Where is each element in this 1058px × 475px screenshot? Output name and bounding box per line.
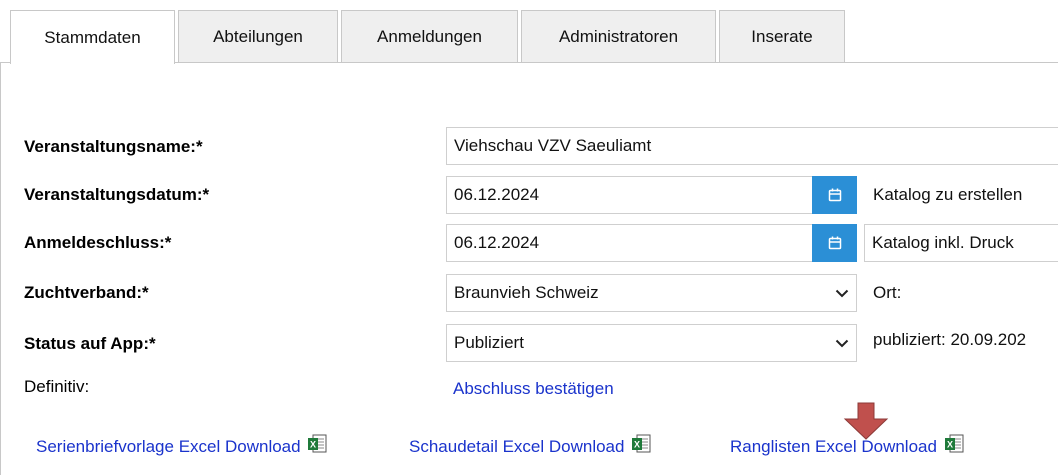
status-label: Status auf App:* <box>24 334 156 353</box>
veranstaltungsdatum-label: Veranstaltungsdatum:* <box>24 185 210 204</box>
tab-anmeldungen[interactable]: Anmeldungen <box>341 10 518 62</box>
katalog-druck-field[interactable]: Katalog inkl. Druck <box>864 224 1058 262</box>
calendar-icon <box>828 236 841 250</box>
serienbriefvorlage-download-label: Serienbriefvorlage Excel Download <box>36 437 301 456</box>
schaudetail-download-label: Schaudetail Excel Download <box>409 437 625 456</box>
svg-text:X: X <box>310 440 316 450</box>
zuchtverband-select[interactable]: Braunvieh Schweiz <box>446 274 857 312</box>
tab-administratoren[interactable]: Administratoren <box>521 10 716 62</box>
excel-icon: X <box>944 434 964 453</box>
abschluss-bestaetigen-link[interactable]: Abschluss bestätigen <box>453 379 614 399</box>
veranstaltungsdatum-input[interactable]: 06.12.2024 <box>446 176 813 214</box>
ort-label: Ort: <box>873 283 902 302</box>
status-select[interactable]: Publiziert <box>446 324 857 362</box>
katalog-erstellen-label: Katalog zu erstellen <box>873 185 1023 204</box>
status-value: Publiziert <box>454 333 524 352</box>
tab-inserate[interactable]: Inserate <box>719 10 845 62</box>
anmeldeschluss-calendar-button[interactable] <box>812 224 857 262</box>
veranstaltungsdatum-calendar-button[interactable] <box>812 176 857 214</box>
tab-stammdaten[interactable]: Stammdaten <box>10 10 175 64</box>
serienbriefvorlage-download-link[interactable]: Serienbriefvorlage Excel Download X <box>36 434 327 457</box>
chevron-down-icon <box>835 339 849 347</box>
anmeldeschluss-label: Anmeldeschluss:* <box>24 233 172 252</box>
ranglisten-download-label: Ranglisten Excel Download <box>730 437 937 456</box>
svg-text:X: X <box>634 440 640 450</box>
veranstaltungsname-input[interactable]: Viehschau VZV Saeuliamt <box>446 127 1058 165</box>
publiziert-date-label: publiziert: 20.09.202 <box>873 330 1027 349</box>
anmeldeschluss-input[interactable]: 06.12.2024 <box>446 224 813 262</box>
zuchtverband-value: Braunvieh Schweiz <box>454 283 599 302</box>
schaudetail-download-link[interactable]: Schaudetail Excel Download X <box>409 434 651 457</box>
definitiv-label: Definitiv: <box>24 377 90 396</box>
panel-border-left <box>0 62 1 475</box>
calendar-icon <box>828 188 841 202</box>
chevron-down-icon <box>835 289 849 297</box>
excel-icon: X <box>308 434 327 453</box>
tab-abteilungen[interactable]: Abteilungen <box>178 10 338 62</box>
excel-icon: X <box>632 434 651 453</box>
veranstaltungsname-label: Veranstaltungsname:* <box>24 137 203 156</box>
zuchtverband-label: Zuchtverband:* <box>24 283 149 302</box>
tab-bar: Stammdaten Abteilungen Anmeldungen Admin… <box>0 0 1058 64</box>
ranglisten-download-link[interactable]: Ranglisten Excel Download X <box>730 434 964 457</box>
svg-text:X: X <box>947 440 953 450</box>
